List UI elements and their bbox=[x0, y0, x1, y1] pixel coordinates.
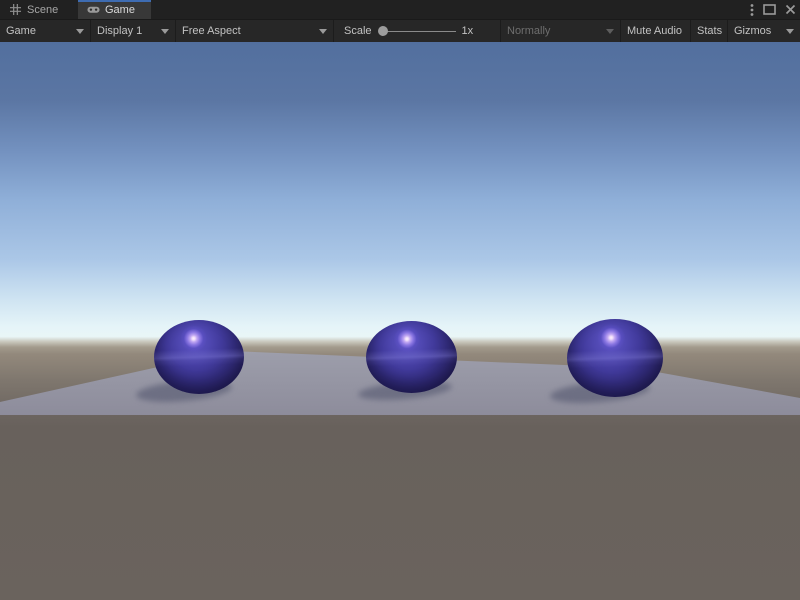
gamepad-icon bbox=[87, 3, 100, 16]
scale-value: 1x bbox=[462, 25, 474, 37]
mute-audio-button[interactable]: Mute Audio bbox=[620, 20, 690, 42]
game-viewport[interactable] bbox=[0, 42, 800, 600]
scale-control: Scale 1x bbox=[333, 20, 500, 42]
aspect-ratio-label: Free Aspect bbox=[182, 25, 241, 37]
window-controls bbox=[750, 0, 796, 19]
mute-audio-label: Mute Audio bbox=[627, 25, 682, 37]
display-label: Display 1 bbox=[97, 25, 142, 37]
game-mode-dropdown[interactable]: Game bbox=[0, 20, 90, 42]
tab-scene[interactable]: Scene bbox=[0, 0, 77, 19]
close-icon[interactable] bbox=[785, 3, 796, 17]
maximize-icon[interactable] bbox=[763, 3, 776, 17]
focus-mode-dropdown: Normally bbox=[500, 20, 620, 42]
gizmos-label: Gizmos bbox=[734, 25, 771, 37]
chevron-down-icon bbox=[76, 29, 84, 34]
scale-slider-track bbox=[382, 31, 456, 32]
game-mode-label: Game bbox=[6, 25, 36, 37]
chevron-down-icon bbox=[786, 29, 794, 34]
tab-scene-label: Scene bbox=[27, 4, 58, 16]
chevron-down-icon bbox=[606, 29, 614, 34]
scale-slider-knob[interactable] bbox=[378, 26, 388, 36]
tab-game[interactable]: Game bbox=[78, 0, 151, 19]
chevron-down-icon bbox=[161, 29, 169, 34]
focus-mode-label: Normally bbox=[507, 25, 550, 37]
chevron-down-icon bbox=[319, 29, 327, 34]
sphere bbox=[154, 320, 244, 394]
tab-game-label: Game bbox=[105, 4, 135, 16]
stats-label: Stats bbox=[697, 25, 722, 37]
grid-icon bbox=[9, 3, 22, 16]
sphere bbox=[366, 321, 457, 393]
tab-bar: Scene Game bbox=[0, 0, 800, 19]
scale-label: Scale bbox=[344, 25, 372, 37]
display-dropdown[interactable]: Display 1 bbox=[90, 20, 175, 42]
stats-button[interactable]: Stats bbox=[690, 20, 727, 42]
scale-slider[interactable] bbox=[378, 25, 456, 37]
aspect-ratio-dropdown[interactable]: Free Aspect bbox=[175, 20, 333, 42]
game-view-toolbar: Game Display 1 Free Aspect Scale 1x Norm… bbox=[0, 19, 800, 42]
gizmos-dropdown[interactable]: Gizmos bbox=[727, 20, 800, 42]
sphere bbox=[567, 319, 663, 397]
kebab-menu-icon[interactable] bbox=[750, 3, 754, 17]
